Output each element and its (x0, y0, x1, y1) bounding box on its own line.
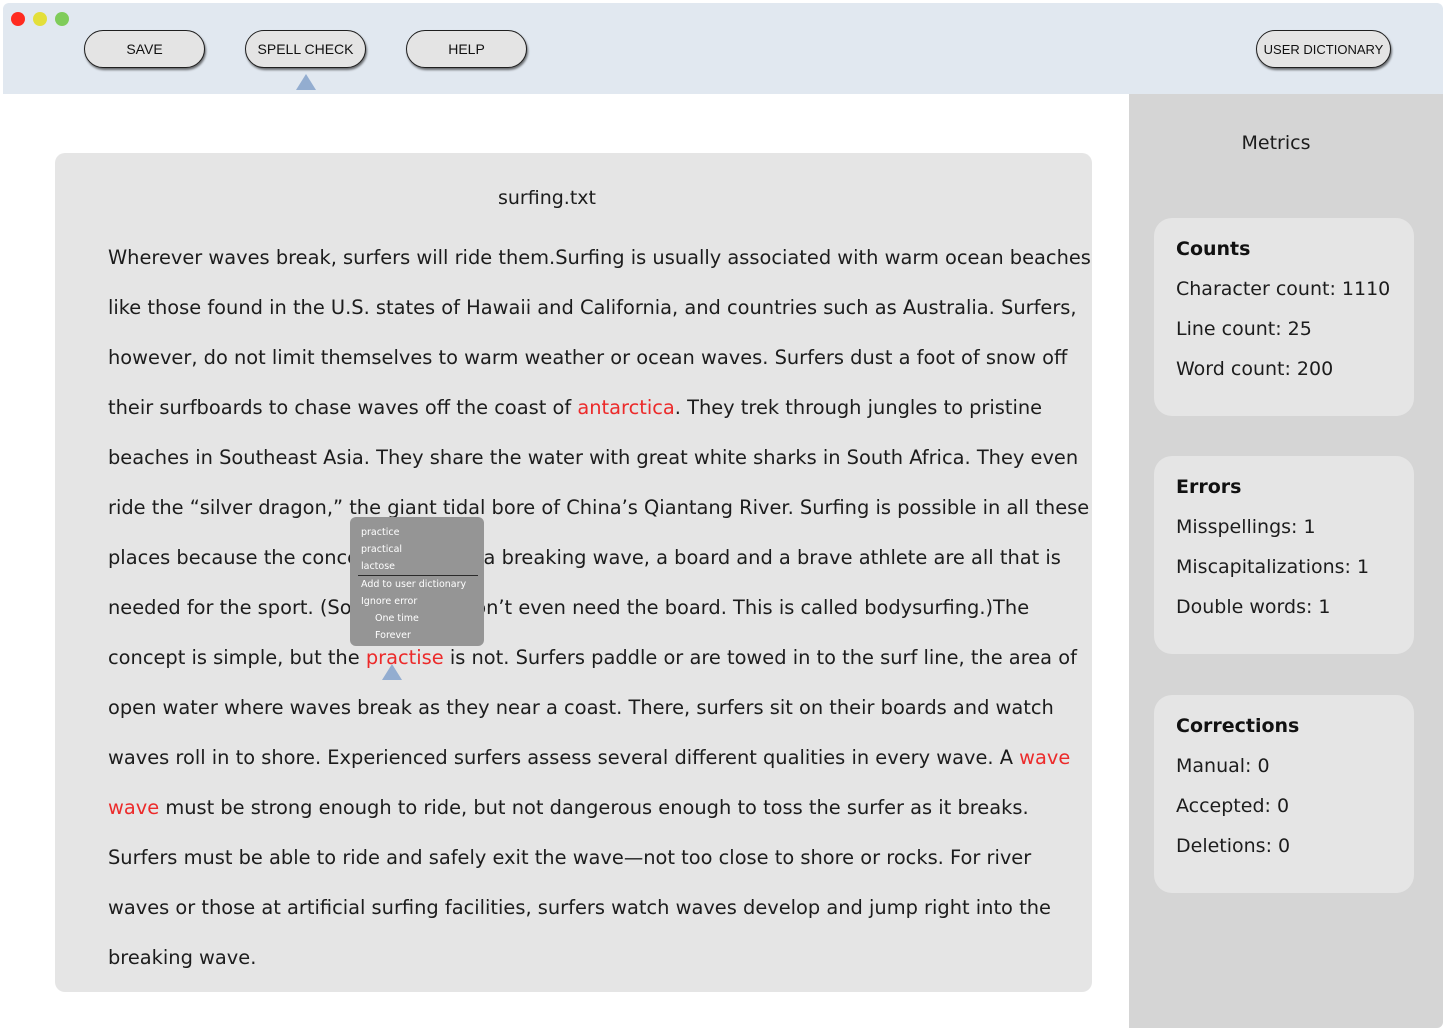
double-words-count: Double words: 1 (1176, 596, 1331, 618)
text-segment: breaking wave. (108, 946, 257, 969)
document-line: beaches in Southeast Asia. They share th… (108, 433, 1078, 483)
metrics-panel: Metrics Counts Character count: 1110 Lin… (1129, 94, 1443, 1028)
text-segment: ride the “silver dragon,” the giant tida… (108, 496, 1090, 519)
document-line: needed for the sport. (Some surfers don’… (108, 583, 1068, 633)
document-line: waves or those at artificial surfing fac… (108, 883, 1068, 933)
miscapitalizations-count: Miscapitalizations: 1 (1176, 556, 1370, 578)
ignore-forever-item[interactable]: Forever (350, 627, 484, 644)
ignore-error-item[interactable]: Ignore error (350, 593, 484, 610)
help-button[interactable]: HELP (406, 30, 527, 68)
document-line: concept is simple, but the practise is n… (108, 633, 1077, 683)
errors-heading: Errors (1176, 476, 1242, 498)
text-segment: must be strong enough to ride, but not d… (159, 796, 1029, 819)
flagged-word[interactable]: antarctica (577, 396, 674, 419)
document-line: ride the “silver dragon,” the giant tida… (108, 483, 1089, 533)
counts-card: Counts Character count: 1110 Line count:… (1154, 218, 1414, 416)
word-count: Word count: 200 (1176, 358, 1334, 380)
document-line: waves roll in to shore. Experienced surf… (108, 733, 1070, 783)
counts-heading: Counts (1176, 238, 1251, 260)
text-segment: . They trek through jungles to pristine (674, 396, 1043, 419)
flagged-word[interactable]: practise (366, 646, 444, 669)
misspellings-count: Misspellings: 1 (1176, 516, 1316, 538)
text-segment: like those found in the U.S. states of H… (108, 296, 1077, 319)
document-line: like those found in the U.S. states of H… (108, 283, 1077, 333)
document-line: open water where waves break as they nea… (108, 683, 1068, 733)
corrections-card: Corrections Manual: 0 Accepted: 0 Deleti… (1154, 695, 1414, 893)
text-segment: their surfboards to chase waves off the … (108, 396, 578, 419)
line-count: Line count: 25 (1176, 318, 1312, 340)
text-segment: Surfers must be able to ride and safely … (108, 846, 1032, 869)
accepted-corrections-count: Accepted: 0 (1176, 795, 1290, 817)
ignore-one-time-item[interactable]: One time (350, 610, 484, 627)
active-tool-indicator-icon (296, 74, 316, 90)
text-segment: beaches in Southeast Asia. They share th… (108, 446, 1079, 469)
text-segment: is not. Surfers paddle or are towed in t… (443, 646, 1077, 669)
minimize-window-button[interactable] (33, 12, 47, 26)
user-dictionary-button[interactable]: USER DICTIONARY (1256, 30, 1391, 68)
text-segment: concept is simple, but the (108, 646, 366, 669)
document-line: Surfers must be able to ride and safely … (108, 833, 1068, 883)
suggestion-item[interactable]: practice (350, 524, 484, 541)
document-line: their surfboards to chase waves off the … (108, 383, 1068, 433)
errors-card: Errors Misspellings: 1 Miscapitalization… (1154, 456, 1414, 654)
menu-anchor-pointer-icon (382, 664, 402, 680)
save-button[interactable]: SAVE (84, 30, 205, 68)
document-line: however, do not limit themselves to warm… (108, 333, 1068, 383)
character-count: Character count: 1110 (1176, 278, 1391, 300)
spelling-suggestions-menu: practice practical lactose Add to user d… (350, 517, 484, 646)
document-line: wave must be strong enough to ride, but … (108, 783, 1068, 833)
suggestion-item[interactable]: practical (350, 541, 484, 558)
text-segment: however, do not limit themselves to warm… (108, 346, 1068, 369)
text-segment: needed for the sport. (Some surfers don’… (108, 596, 1030, 619)
flagged-word[interactable]: wave (108, 796, 159, 819)
text-segment: waves roll in to shore. Experienced surf… (108, 746, 1020, 769)
metrics-title: Metrics (1241, 132, 1311, 154)
document-panel: surfing.txt Wherever waves break, surfer… (55, 153, 1092, 992)
document-filename: surfing.txt (497, 187, 596, 209)
document-line: Wherever waves break, surfers will ride … (108, 233, 1091, 283)
document-text[interactable]: Wherever waves break, surfers will ride … (108, 233, 1091, 983)
flagged-word[interactable]: wave (1019, 746, 1070, 769)
text-segment: places because the concept is simple: a … (108, 546, 1061, 569)
app-window: SAVE SPELL CHECK HELP USER DICTIONARY su… (3, 3, 1443, 1028)
corrections-heading: Corrections (1176, 715, 1300, 737)
document-line: places because the concept is simple: a … (108, 533, 1068, 583)
text-segment: open water where waves break as they nea… (108, 696, 1054, 719)
toolbar: SAVE SPELL CHECK HELP USER DICTIONARY (3, 3, 1443, 94)
spell-check-button[interactable]: SPELL CHECK (245, 30, 366, 68)
text-segment: Wherever waves break, surfers will ride … (108, 246, 1091, 269)
close-window-button[interactable] (11, 12, 25, 26)
suggestion-item[interactable]: lactose (350, 558, 484, 575)
document-line: breaking wave. (108, 933, 1068, 983)
manual-corrections-count: Manual: 0 (1176, 755, 1270, 777)
add-to-user-dictionary-item[interactable]: Add to user dictionary (350, 576, 484, 593)
text-segment: waves or those at artificial surfing fac… (108, 896, 1051, 919)
deletions-count: Deletions: 0 (1176, 835, 1291, 857)
maximize-window-button[interactable] (55, 12, 69, 26)
